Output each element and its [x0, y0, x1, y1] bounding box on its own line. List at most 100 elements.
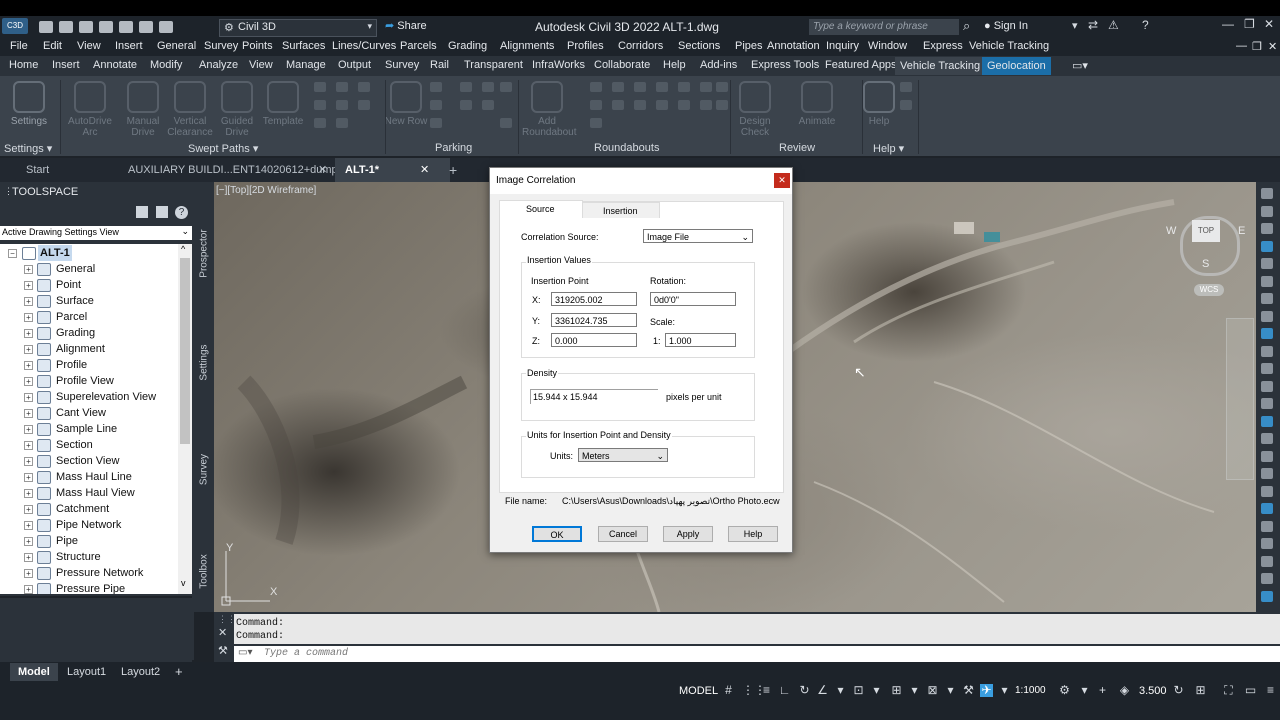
ribbon-tool-icon[interactable]: [500, 118, 512, 128]
scale-field[interactable]: 1.000: [665, 333, 736, 347]
menu-lines-curves[interactable]: Lines/Curves: [332, 40, 396, 52]
tab-home[interactable]: Home: [9, 59, 38, 71]
status-tool-icon[interactable]: ⊞: [890, 684, 903, 697]
tab-insertion[interactable]: Insertion: [582, 202, 660, 218]
exchange-icon[interactable]: ⚠: [1108, 18, 1119, 32]
tab-start[interactable]: Start: [26, 158, 49, 182]
tab-layout2[interactable]: Layout2: [121, 666, 160, 678]
expand-icon[interactable]: +: [24, 361, 33, 370]
expand-icon[interactable]: +: [24, 521, 33, 530]
x-field[interactable]: 319205.002: [551, 292, 637, 306]
tab-survey[interactable]: Survey: [385, 59, 419, 71]
tab-vehicle-tracking[interactable]: Vehicle Tracking: [895, 57, 986, 75]
tab-insert[interactable]: Insert: [52, 59, 80, 71]
status-tool-icon[interactable]: +: [1096, 684, 1109, 697]
expand-icon[interactable]: +: [24, 297, 33, 306]
tab-manage[interactable]: Manage: [286, 59, 326, 71]
cancel-button[interactable]: Cancel: [598, 526, 648, 542]
tab-help[interactable]: Help: [663, 59, 686, 71]
tab-output[interactable]: Output: [338, 59, 371, 71]
ribbon-tool-icon[interactable]: [482, 82, 494, 92]
menu-view[interactable]: View: [77, 40, 101, 52]
status-tool-icon[interactable]: ▾: [908, 684, 921, 697]
tree-item-section-view[interactable]: + Section View: [0, 453, 178, 469]
viewcube-east[interactable]: E: [1238, 225, 1245, 237]
palette-tool-icon[interactable]: [1261, 240, 1273, 252]
close-icon[interactable]: ✕: [420, 158, 429, 182]
status-tool-icon[interactable]: ▾: [870, 684, 883, 697]
tab-layout1[interactable]: Layout1: [67, 666, 106, 678]
tab-rail[interactable]: Rail: [430, 59, 449, 71]
ribbon-tool-icon[interactable]: [634, 82, 646, 92]
palette-tool-icon[interactable]: [1261, 380, 1273, 392]
status-tool-icon[interactable]: ↻: [1172, 684, 1185, 697]
restore-icon[interactable]: ❐: [1244, 17, 1255, 31]
add-layout-button[interactable]: +: [175, 664, 183, 679]
menu-file[interactable]: File: [10, 40, 28, 52]
ribbon-tool-icon[interactable]: [612, 82, 624, 92]
status-tool-icon[interactable]: ▾: [1078, 684, 1091, 697]
tab-express-tools[interactable]: Express Tools: [751, 59, 819, 71]
expand-icon[interactable]: +: [24, 409, 33, 418]
menu-surfaces[interactable]: Surfaces: [282, 40, 325, 52]
palette-tool-icon[interactable]: [1261, 310, 1273, 322]
viewcube-south[interactable]: S: [1202, 258, 1209, 270]
ribbon-tool-icon[interactable]: [336, 100, 348, 110]
tab-settings[interactable]: Settings: [199, 335, 210, 391]
menu-parcels[interactable]: Parcels: [400, 40, 437, 52]
menu-survey[interactable]: Survey: [204, 40, 238, 52]
ribbon-tool-icon[interactable]: [358, 100, 370, 110]
viewcube-top-face[interactable]: TOP: [1192, 220, 1220, 242]
ribbon-button-design-check[interactable]: Design Check: [730, 79, 780, 138]
status-tool-icon[interactable]: ◈: [1118, 684, 1131, 697]
tab-add-ins[interactable]: Add-ins: [700, 59, 737, 71]
ribbon-tool-icon[interactable]: [590, 118, 602, 128]
palette-tool-icon[interactable]: [1261, 468, 1273, 479]
ribbon-tool-icon[interactable]: [314, 100, 326, 110]
ribbon-tool-icon[interactable]: [700, 82, 712, 92]
expand-icon[interactable]: +: [24, 265, 33, 274]
tree-item-sample-line[interactable]: + Sample Line: [0, 421, 178, 437]
palette-tool-icon[interactable]: [1261, 450, 1273, 462]
palette-tool-icon[interactable]: [1261, 258, 1273, 269]
tab-alt-1[interactable]: ALT-1*: [335, 158, 450, 182]
ribbon-button-manual-drive[interactable]: Manual Drive: [118, 79, 168, 138]
tab-source[interactable]: Source: [499, 200, 583, 218]
dialog-title-bar[interactable]: Image Correlation ✕: [490, 168, 792, 194]
wrench-icon[interactable]: ⚒: [218, 644, 228, 657]
ribbon-more-icon[interactable]: ▭▾: [1072, 59, 1088, 72]
tab-geolocation[interactable]: Geolocation: [982, 57, 1051, 75]
status-tool-icon[interactable]: ⋮⋮: [742, 684, 766, 697]
expand-icon[interactable]: +: [24, 489, 33, 498]
ribbon-tool-icon[interactable]: [716, 82, 728, 92]
ribbon-button-template[interactable]: Template: [258, 79, 308, 127]
ribbon-tool-icon[interactable]: [590, 100, 602, 110]
status-tool-icon[interactable]: ⛶: [1222, 684, 1235, 697]
tree-item-cant-view[interactable]: + Cant View: [0, 405, 178, 421]
ribbon-tool-icon[interactable]: [460, 82, 472, 92]
expand-icon[interactable]: +: [24, 505, 33, 514]
menu-annotation[interactable]: Annotation: [767, 40, 820, 52]
tab-survey[interactable]: Survey: [199, 442, 210, 498]
status-tool-icon[interactable]: ∠: [816, 684, 829, 697]
tab-transparent[interactable]: Transparent: [464, 59, 523, 71]
menu-vehicle-tracking[interactable]: Vehicle Tracking: [969, 40, 1049, 52]
expand-icon[interactable]: +: [24, 281, 33, 290]
status-tool-icon[interactable]: ≡: [1264, 684, 1277, 697]
ribbon-tool-icon[interactable]: [678, 82, 690, 92]
cart-icon[interactable]: ⇄: [1088, 18, 1098, 32]
ribbon-tool-icon[interactable]: [656, 100, 668, 110]
palette-tool-icon[interactable]: [1261, 293, 1273, 304]
menu-inquiry[interactable]: Inquiry: [826, 40, 859, 52]
tree-scrollbar[interactable]: ^ v: [178, 244, 192, 594]
ribbon-tool-icon[interactable]: [314, 118, 326, 128]
menu-points[interactable]: Points: [242, 40, 273, 52]
status-tool-icon[interactable]: ⊞: [1194, 684, 1207, 697]
ribbon-tool-icon[interactable]: [358, 82, 370, 92]
open-file-icon[interactable]: [59, 21, 73, 33]
menu-express[interactable]: Express: [923, 40, 963, 52]
z-field[interactable]: 0.000: [551, 333, 637, 347]
ribbon-button-animate[interactable]: Animate: [792, 79, 842, 127]
navigation-bar[interactable]: [1226, 318, 1254, 480]
palette-tool-icon[interactable]: [1261, 433, 1273, 444]
